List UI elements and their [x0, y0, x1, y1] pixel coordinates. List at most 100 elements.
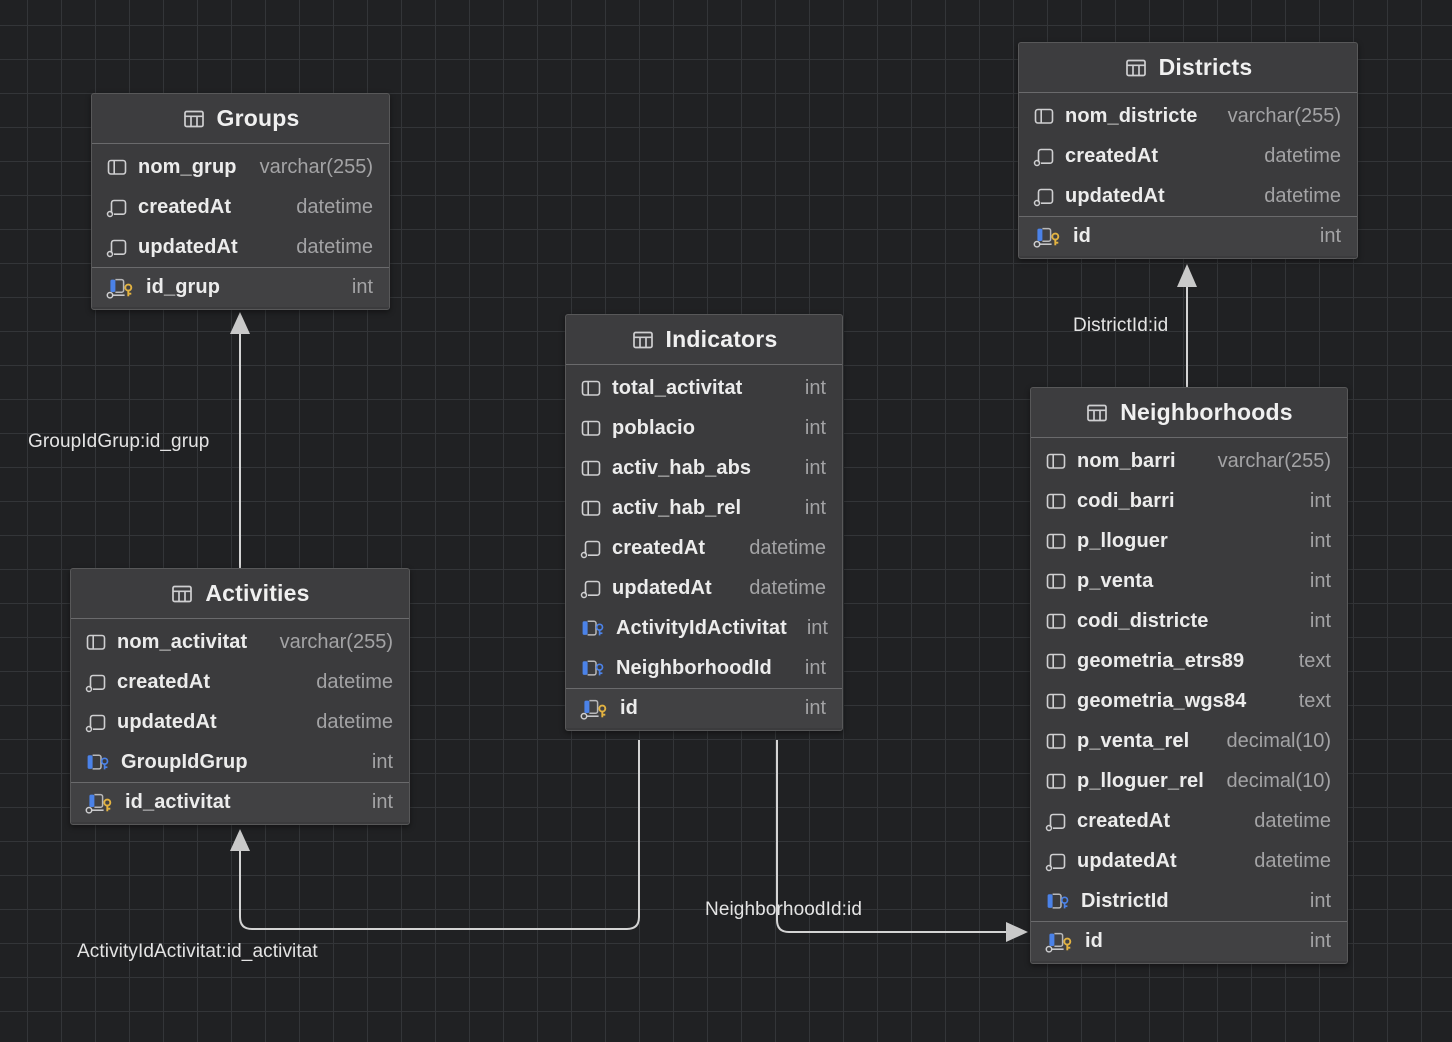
table-field-row[interactable]: total_activitat int — [566, 368, 842, 408]
table-field-row[interactable]: nom_barri varchar(255) — [1031, 441, 1347, 481]
field-name: nom_grup — [138, 155, 237, 178]
table-field-row[interactable]: codi_barri int — [1031, 481, 1347, 521]
field-name: id_activitat — [125, 791, 231, 813]
table-field-row[interactable]: p_venta_rel decimal(10) — [1031, 721, 1347, 761]
relationship-label: DistrictId:id — [1073, 315, 1169, 336]
column-icon — [1046, 733, 1066, 749]
field-name: NeighborhoodId — [616, 656, 772, 679]
table-field-row[interactable]: p_lloguer int — [1031, 521, 1347, 561]
table-node-activities[interactable]: Activities nom_activitat varchar(255) creat… — [70, 568, 410, 825]
primary-key-icon — [1033, 227, 1060, 248]
field-type: int — [804, 496, 826, 519]
field-type: datetime — [1264, 184, 1341, 207]
table-title: Groups — [216, 105, 300, 131]
column-icon — [581, 460, 601, 476]
table-node-groups[interactable]: Groups nom_grup varchar(255) createdAt datet… — [91, 93, 390, 310]
field-name: updatedAt — [612, 576, 712, 599]
table-field-row[interactable]: codi_districte int — [1031, 601, 1347, 641]
table-field-row[interactable]: updatedAt datetime — [1031, 841, 1347, 881]
table-title: Indicators — [665, 326, 778, 352]
field-type: int — [371, 750, 393, 773]
field-name: id — [1073, 225, 1091, 247]
table-field-row[interactable]: p_lloguer_rel decimal(10) — [1031, 761, 1347, 801]
table-field-row[interactable]: ActivityIdActivitat int — [566, 608, 842, 648]
table-field-row[interactable]: nom_grup varchar(255) — [92, 147, 389, 187]
table-field-row[interactable]: geometria_wgs84 text — [1031, 681, 1347, 721]
table-header[interactable]: Neighborhoods — [1031, 388, 1347, 438]
field-name: p_venta_rel — [1077, 729, 1190, 752]
table-field-row[interactable]: id int — [1031, 921, 1347, 961]
table-field-row[interactable]: nom_districte varchar(255) — [1019, 96, 1357, 136]
foreign-key-icon — [582, 660, 604, 676]
table-field-row[interactable]: id int — [566, 688, 842, 728]
field-type: int — [804, 416, 826, 439]
field-type: datetime — [749, 536, 826, 559]
table-fields: nom_districte varchar(255) createdAt dateti… — [1019, 93, 1357, 258]
table-field-row[interactable]: NeighborhoodId int — [566, 648, 842, 688]
table-header[interactable]: Districts — [1019, 43, 1357, 93]
field-type: int — [1309, 569, 1331, 592]
table-field-row[interactable]: updatedAt datetime — [92, 227, 389, 267]
column-icon — [1046, 493, 1066, 509]
primary-key-icon — [106, 278, 133, 299]
field-name: activ_hab_rel — [612, 496, 742, 519]
table-field-row[interactable]: activ_hab_rel int — [566, 488, 842, 528]
field-name: codi_districte — [1077, 609, 1209, 632]
field-type: datetime — [296, 195, 373, 218]
table-title: Districts — [1158, 54, 1253, 80]
field-type: datetime — [1264, 144, 1341, 167]
field-type: text — [1298, 649, 1331, 672]
field-type: decimal(10) — [1226, 769, 1331, 792]
field-type: int — [371, 791, 393, 813]
table-field-row[interactable]: activ_hab_abs int — [566, 448, 842, 488]
table-fields: nom_barri varchar(255) codi_barri int p_llog… — [1031, 438, 1347, 963]
field-name: createdAt — [138, 195, 232, 218]
table-field-row[interactable]: updatedAt datetime — [1019, 176, 1357, 216]
table-icon — [632, 331, 653, 348]
table-field-row[interactable]: id_activitat int — [71, 782, 409, 822]
table-field-row[interactable]: nom_activitat varchar(255) — [71, 622, 409, 662]
table-field-row[interactable]: id int — [1019, 216, 1357, 256]
field-name: activ_hab_abs — [612, 456, 752, 479]
table-field-row[interactable]: createdAt datetime — [92, 187, 389, 227]
column-nullable-icon — [85, 714, 106, 733]
table-field-row[interactable]: createdAt datetime — [71, 662, 409, 702]
field-type: datetime — [1254, 809, 1331, 832]
field-type: int — [1309, 529, 1331, 552]
field-type: varchar(255) — [259, 155, 373, 178]
erd-canvas[interactable]: GroupIdGrup:id_grup ActivityIdActivitat:i… — [0, 0, 1452, 1042]
column-nullable-icon — [580, 540, 601, 559]
table-node-districts[interactable]: Districts nom_districte varchar(255) create… — [1018, 42, 1358, 259]
table-field-row[interactable]: GroupIdGrup int — [71, 742, 409, 782]
field-name: nom_barri — [1077, 449, 1176, 472]
table-header[interactable]: Groups — [92, 94, 389, 144]
field-name: geometria_wgs84 — [1077, 689, 1247, 712]
field-name: createdAt — [1065, 144, 1159, 167]
column-icon — [581, 380, 601, 396]
table-node-indicators[interactable]: Indicators total_activitat int poblacio int a… — [565, 314, 843, 731]
field-type: int — [804, 656, 826, 679]
field-name: geometria_etrs89 — [1077, 649, 1245, 672]
table-field-row[interactable]: DistrictId int — [1031, 881, 1347, 921]
table-field-row[interactable]: createdAt datetime — [566, 528, 842, 568]
table-field-row[interactable]: createdAt datetime — [1019, 136, 1357, 176]
table-field-row[interactable]: poblacio int — [566, 408, 842, 448]
column-icon — [1046, 573, 1066, 589]
column-nullable-icon — [106, 239, 127, 258]
table-fields: total_activitat int poblacio int activ_hab_a… — [566, 365, 842, 730]
field-name: nom_activitat — [117, 630, 248, 653]
table-field-row[interactable]: p_venta int — [1031, 561, 1347, 601]
table-header[interactable]: Indicators — [566, 315, 842, 365]
foreign-key-icon — [87, 754, 109, 770]
table-field-row[interactable]: updatedAt datetime — [566, 568, 842, 608]
table-field-row[interactable]: createdAt datetime — [1031, 801, 1347, 841]
table-title: Neighborhoods — [1120, 399, 1293, 425]
table-header[interactable]: Activities — [71, 569, 409, 619]
foreign-key-icon — [582, 620, 604, 636]
edge-districtid-id — [1177, 264, 1197, 387]
table-field-row[interactable]: updatedAt datetime — [71, 702, 409, 742]
field-name: updatedAt — [117, 710, 217, 733]
table-field-row[interactable]: id_grup int — [92, 267, 389, 307]
table-field-row[interactable]: geometria_etrs89 text — [1031, 641, 1347, 681]
table-node-neighborhoods[interactable]: Neighborhoods nom_barri varchar(255) codi_b… — [1030, 387, 1348, 964]
